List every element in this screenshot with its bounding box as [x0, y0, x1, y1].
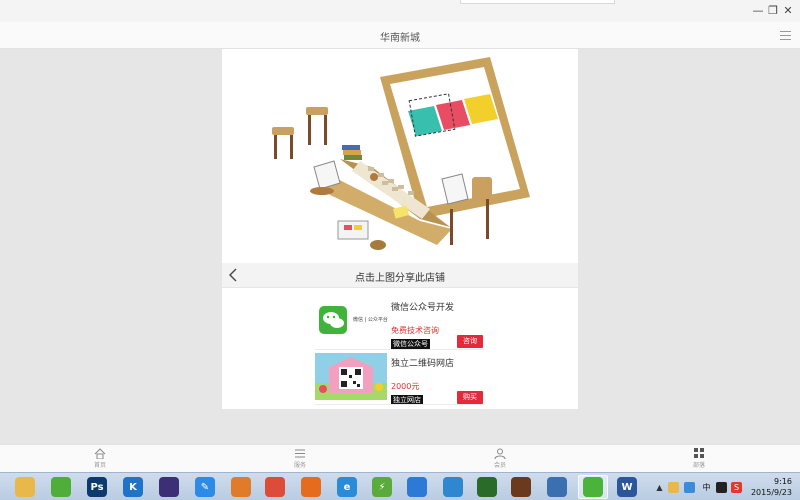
share-prompt[interactable]: 点击上图分享此店铺 [222, 269, 578, 284]
nav-tribe[interactable]: 部落 [679, 448, 719, 469]
taskbar-remote-app-button[interactable] [542, 475, 572, 499]
nav-label: 首页 [93, 462, 106, 469]
list-icon [295, 449, 305, 458]
taskbar-chrome-button[interactable] [260, 475, 290, 499]
product-item-qr-shop[interactable]: 独立二维码网店 2000元 独立网店 购买 [315, 353, 485, 411]
buy-button[interactable]: 购买 [457, 391, 483, 404]
taskbar-photoshop-button[interactable]: Ps [82, 475, 112, 499]
divider [315, 404, 485, 405]
remote-app-icon [547, 477, 567, 497]
nav-label: 会员 [493, 462, 506, 469]
product-name[interactable]: 独立二维码网店 [391, 356, 454, 369]
taskbar-word-button[interactable]: W [612, 475, 642, 499]
taskbar-network-app-button[interactable] [438, 475, 468, 499]
thumb-caption: 微信 | 公众平台 [353, 317, 388, 323]
firefox-icon [301, 477, 321, 497]
taskbar-leaf-app-button[interactable] [46, 475, 76, 499]
close-button[interactable]: ✕ [781, 4, 795, 18]
taskbar-shield-app-button[interactable] [226, 475, 256, 499]
file-explorer-icon [15, 477, 35, 497]
edit-app-icon: ✎ [195, 477, 215, 497]
taskbar-game-app-button[interactable] [506, 475, 536, 499]
product-item-wechat-dev[interactable]: 微信 | 公众平台 微信公众号开发 免费技术咨询 微信公众号 咨询 [315, 297, 485, 355]
taskbar-android-tool-button[interactable]: ⚡ [367, 475, 397, 499]
minimize-button[interactable]: — [751, 4, 765, 18]
consult-button[interactable]: 咨询 [457, 335, 483, 348]
clock-time: 9:16 [774, 477, 792, 486]
tray-app-icon[interactable] [668, 482, 679, 493]
nav-member[interactable]: 会员 [480, 448, 520, 469]
chrome-icon [265, 477, 285, 497]
taskbar-file-explorer-button[interactable] [10, 475, 40, 499]
nav-label: 服务 [293, 462, 306, 469]
qr-shop-image [315, 353, 387, 400]
taskbar-k-app-button[interactable]: K [118, 475, 148, 499]
wechat-logo-icon: 微信 | 公众平台 [315, 297, 388, 344]
share-bar: 点击上图分享此店铺 [222, 263, 578, 288]
app-header: 华南新城 [0, 22, 800, 49]
word-icon: W [617, 477, 637, 497]
restore-button[interactable]: ❐ [766, 4, 780, 18]
k-app-icon: K [123, 477, 143, 497]
taskbar-edit-app-button[interactable]: ✎ [190, 475, 220, 499]
taskbar-eye-app-button[interactable] [472, 475, 502, 499]
product-price: 免费技术咨询 [391, 326, 439, 335]
baidu-cloud-icon [407, 477, 427, 497]
taskbar-firefox-button[interactable] [296, 475, 326, 499]
grid-icon [694, 448, 704, 458]
clock[interactable]: 9:16 2015/9/23 [751, 476, 792, 498]
home-icon [94, 448, 106, 459]
nav-service[interactable]: 服务 [280, 448, 320, 469]
wechat-icon [583, 477, 603, 497]
photoshop-icon: Ps [87, 477, 107, 497]
taskbar-baidu-cloud-button[interactable] [402, 475, 432, 499]
laptop-desk-illustration [272, 57, 530, 250]
title-tab-handle[interactable] [460, 0, 615, 4]
menu-icon[interactable] [780, 31, 791, 40]
game-app-icon [511, 477, 531, 497]
tray-expand-icon[interactable]: ▲ [654, 482, 665, 493]
product-name[interactable]: 微信公众号开发 [391, 300, 454, 313]
hero-banner[interactable] [222, 49, 578, 263]
page-title: 华南新城 [380, 33, 420, 44]
tray-ime-icon[interactable]: 中 [701, 482, 712, 493]
tray-network-icon[interactable] [684, 482, 695, 493]
taskbar: Ps K ✎ e ⚡ W ▲ 中 S 9:16 2015/9/23 [0, 472, 800, 500]
network-app-icon [443, 477, 463, 497]
android-tool-icon: ⚡ [372, 477, 392, 497]
shield-app-icon [231, 477, 251, 497]
tray-volume-icon[interactable] [716, 482, 727, 493]
tray-sogou-icon[interactable]: S [731, 482, 742, 493]
clock-date: 2015/9/23 [750, 488, 792, 497]
nav-home[interactable]: 首页 [80, 448, 120, 469]
taskbar-eclipse-button[interactable] [154, 475, 184, 499]
user-icon [494, 448, 506, 459]
eclipse-icon [159, 477, 179, 497]
taskbar-wechat-button[interactable] [578, 475, 608, 499]
shop-card: 点击上图分享此店铺 微信 | 公众平台 微信公众号开发 免费技术咨询 微信公众号… [222, 49, 578, 409]
nav-label: 部落 [692, 462, 705, 469]
eye-app-icon [477, 477, 497, 497]
leaf-app-icon [51, 477, 71, 497]
product-tag: 微信公众号 [391, 339, 430, 349]
taskbar-ie-button[interactable]: e [332, 475, 362, 499]
divider [315, 349, 485, 350]
window-titlebar: — ❐ ✕ [0, 0, 800, 22]
bottom-nav: 首页 服务 会员 部落 [0, 444, 800, 472]
product-price: 2000元 [391, 382, 420, 391]
ie-icon: e [337, 477, 357, 497]
